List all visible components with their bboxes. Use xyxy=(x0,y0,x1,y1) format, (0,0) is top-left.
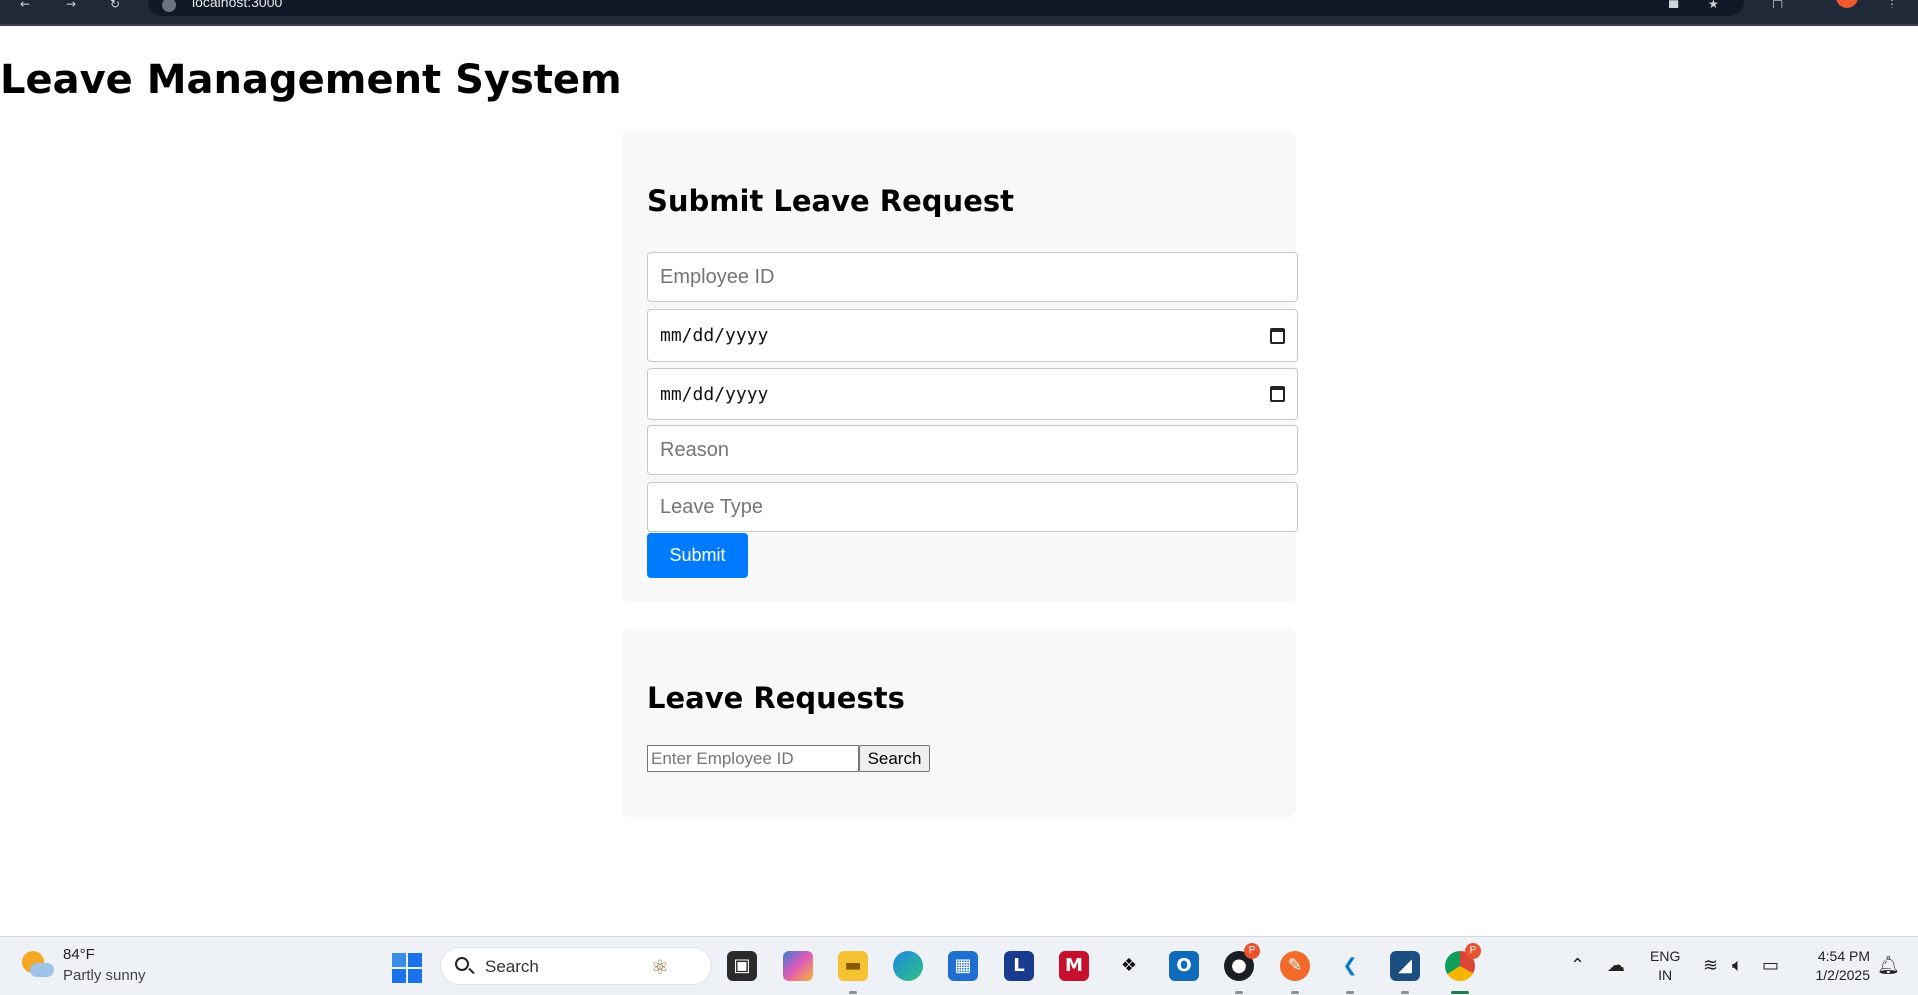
employee-id-input[interactable]: Employee ID xyxy=(647,252,1298,302)
copilot-icon[interactable] xyxy=(783,951,813,981)
system-clock[interactable]: 4:54 PM 1/2/2025 xyxy=(1800,947,1871,985)
mysql-workbench-icon[interactable]: ◢ xyxy=(1390,951,1420,994)
mcafee-icon[interactable]: M xyxy=(1059,951,1089,981)
clock-time: 4:54 PM xyxy=(1817,948,1870,964)
browser-toolbar: ← → ↻ localhost:3000 ■ ★ □ ⋮ xyxy=(0,0,1918,26)
outlook-icon[interactable]: O xyxy=(1169,951,1199,981)
task-view-icon[interactable]: ▣ xyxy=(727,951,757,981)
dropbox-icon[interactable]: ❖ xyxy=(1114,951,1144,981)
chrome-browser-icon[interactable]: P xyxy=(1445,943,1481,994)
search-icon xyxy=(455,957,469,971)
weather-description[interactable]: Partly sunny xyxy=(63,967,146,984)
submit-leave-card: Submit Leave Request Employee ID mm/dd/y… xyxy=(622,131,1298,602)
site-info-icon[interactable] xyxy=(162,0,176,12)
calendar-icon[interactable] xyxy=(1270,386,1285,402)
address-bar-url[interactable]: localhost:3000 xyxy=(192,0,282,10)
reason-placeholder: Reason xyxy=(660,438,729,461)
back-icon[interactable]: ← xyxy=(20,0,36,8)
postman-icon[interactable]: ✎ xyxy=(1280,951,1310,994)
taskbar: 84°F Partly sunny Search ⚛ ▣ ▬ ▦ L M ❖ O… xyxy=(0,936,1918,995)
extension-icon[interactable]: ■ xyxy=(1668,0,1684,8)
onedrive-cloud-icon[interactable]: ☁ xyxy=(1607,955,1625,976)
battery-icon[interactable]: ▭ xyxy=(1762,955,1779,976)
weather-icon[interactable] xyxy=(22,951,54,983)
tab-search-icon[interactable]: □ xyxy=(1772,0,1788,8)
file-explorer-icon[interactable]: ▬ xyxy=(838,951,868,994)
start-date-placeholder: mm/dd/yyyy xyxy=(660,325,769,346)
submit-leave-heading: Submit Leave Request xyxy=(647,184,1014,218)
start-date-input[interactable]: mm/dd/yyyy xyxy=(647,309,1298,362)
leave-requests-card: Leave Requests Enter Employee ID Search xyxy=(622,628,1296,817)
page-title: Leave Management System xyxy=(0,57,622,103)
forward-icon[interactable]: → xyxy=(66,0,82,8)
volume-icon[interactable]: 🔈︎ xyxy=(1732,955,1743,976)
reload-icon[interactable]: ↻ xyxy=(110,0,126,8)
github-notification-badge: P xyxy=(1244,943,1260,959)
menu-icon[interactable]: ⋮ xyxy=(1886,0,1902,8)
search-highlight-icon: ⚛ xyxy=(651,955,669,979)
profile-avatar[interactable] xyxy=(1836,0,1858,8)
vscode-icon[interactable]: ❮ xyxy=(1335,951,1365,994)
leave-type-input[interactable]: Leave Type xyxy=(647,482,1298,532)
taskbar-search-box[interactable]: Search ⚛ xyxy=(440,947,712,985)
taskbar-search-label: Search xyxy=(485,957,539,976)
leave-type-placeholder: Leave Type xyxy=(660,495,764,518)
weather-temperature[interactable]: 84°F xyxy=(63,946,95,963)
employee-id-placeholder: Employee ID xyxy=(660,265,775,288)
employee-search-placeholder: Enter Employee ID xyxy=(651,749,794,768)
calendar-icon[interactable] xyxy=(1270,327,1285,344)
clock-date: 1/2/2025 xyxy=(1815,967,1871,983)
reason-input[interactable]: Reason xyxy=(647,425,1298,475)
wifi-icon[interactable]: ≋ xyxy=(1703,955,1718,976)
language-indicator[interactable]: ENG IN xyxy=(1650,947,1680,985)
github-desktop-icon[interactable]: ● P xyxy=(1224,943,1260,994)
chevron-up-icon[interactable]: ⌃ xyxy=(1570,955,1585,976)
bookmark-star-icon[interactable]: ★ xyxy=(1708,0,1724,8)
windows-start-icon[interactable] xyxy=(392,953,422,983)
employee-search-input[interactable]: Enter Employee ID xyxy=(647,745,859,772)
address-bar[interactable]: localhost:3000 xyxy=(148,0,1744,16)
microsoft-store-icon[interactable]: ▦ xyxy=(948,951,978,981)
edge-browser-icon[interactable] xyxy=(893,951,923,981)
submit-button[interactable]: Submit xyxy=(647,533,748,578)
language-code: ENG xyxy=(1650,948,1681,964)
chrome-notification-badge: P xyxy=(1465,943,1481,959)
end-date-input[interactable]: mm/dd/yyyy xyxy=(647,368,1298,420)
end-date-placeholder: mm/dd/yyyy xyxy=(660,383,769,405)
language-region: IN xyxy=(1658,967,1673,983)
search-button[interactable]: Search xyxy=(859,745,930,772)
notification-bell-icon[interactable]: 🔔︎ xyxy=(1877,955,1900,976)
l-app-icon[interactable]: L xyxy=(1004,951,1034,981)
leave-requests-heading: Leave Requests xyxy=(647,681,905,715)
